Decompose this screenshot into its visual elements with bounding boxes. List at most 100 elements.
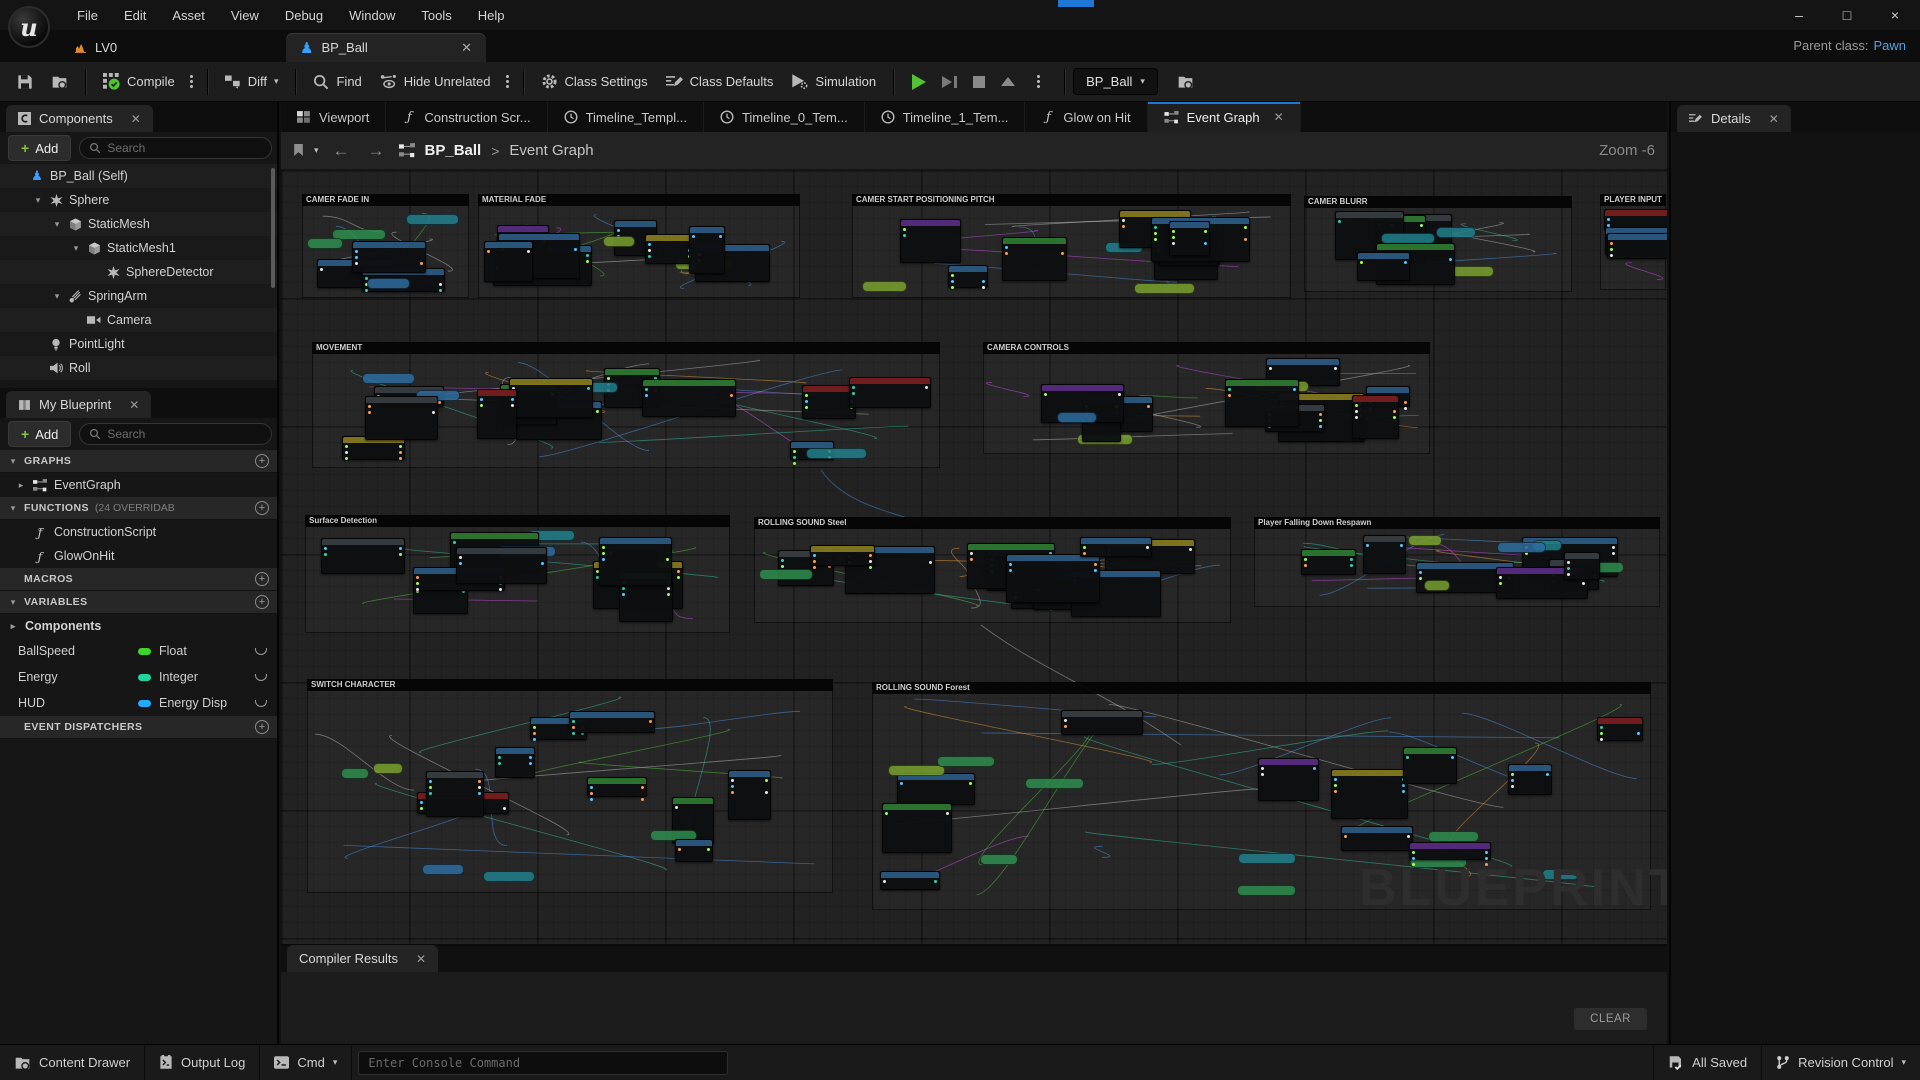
revision-control-button[interactable]: Revision Control ▾ (1761, 1045, 1920, 1080)
parent-class-link[interactable]: Pawn (1873, 38, 1906, 53)
bookmark-dropdown-icon[interactable]: ▾ (314, 145, 319, 156)
blueprint-node[interactable] (689, 226, 725, 274)
breadcrumb-graph[interactable]: Event Graph (509, 142, 593, 159)
close-my-blueprint-panel-icon[interactable]: ✕ (129, 398, 139, 412)
blueprint-node[interactable] (1403, 747, 1456, 784)
variable-hud[interactable]: HUDEnergy Disp (0, 690, 277, 716)
content-drawer-button[interactable]: Content Drawer (0, 1045, 145, 1080)
variable-pill-node[interactable] (806, 448, 868, 459)
blueprint-node[interactable] (880, 871, 940, 890)
blueprint-node[interactable] (587, 777, 646, 796)
blueprint-node[interactable] (900, 219, 961, 263)
comment-title[interactable]: CAMERA CONTROLS (983, 342, 1430, 354)
component-roll[interactable]: Roll (0, 356, 277, 380)
expander-arrow-icon[interactable]: ▾ (33, 195, 43, 206)
play-options-kebab-icon[interactable] (1031, 75, 1046, 88)
nav-forward-icon[interactable]: → (364, 141, 389, 161)
variable-pill-node[interactable] (373, 763, 403, 774)
menu-help[interactable]: Help (465, 8, 518, 23)
variable-pill-node[interactable] (759, 569, 813, 580)
component-sphere[interactable]: ▾Sphere (0, 188, 277, 212)
add-section-item-icon[interactable]: + (255, 454, 269, 468)
graph-tab-timeline-0-tem[interactable]: Timeline_0_Tem... (704, 102, 865, 132)
blueprint-node[interactable] (1225, 379, 1300, 427)
variable-pill-node[interactable] (341, 768, 369, 779)
component-staticmesh[interactable]: ▾StaticMesh (0, 212, 277, 236)
blueprint-node[interactable] (1080, 537, 1152, 557)
blueprint-node[interactable] (1258, 758, 1319, 801)
bookmark-icon[interactable] (293, 144, 304, 157)
blueprint-node[interactable] (728, 770, 771, 819)
blueprint-node[interactable] (321, 538, 405, 575)
blueprint-node[interactable] (569, 711, 655, 733)
nav-back-icon[interactable]: ← (329, 141, 354, 161)
variable-pill-node[interactable] (1134, 283, 1194, 294)
all-saved-button[interactable]: All Saved (1653, 1045, 1761, 1080)
expander-arrow-icon[interactable]: ▾ (71, 243, 81, 254)
variable-visibility-icon[interactable] (255, 700, 267, 707)
maximize-button[interactable]: □ (1836, 7, 1858, 23)
add-section-item-icon[interactable]: + (255, 572, 269, 586)
blueprint-node[interactable] (948, 265, 988, 288)
details-panel-tab[interactable]: Details ✕ (1677, 105, 1791, 132)
comment-title[interactable]: MATERIAL FADE (478, 194, 800, 206)
blueprint-node[interactable] (1301, 549, 1357, 575)
expander-arrow-icon[interactable]: ▾ (52, 291, 62, 302)
compile-button[interactable]: Compile (94, 67, 184, 97)
blueprint-node[interactable] (1363, 535, 1406, 575)
variable-pill-node[interactable] (307, 238, 342, 249)
blueprint-node[interactable] (849, 377, 931, 408)
menu-edit[interactable]: Edit (111, 8, 159, 23)
blueprint-node[interactable] (1006, 554, 1101, 604)
section-macros[interactable]: MACROS+ (0, 568, 277, 591)
blueprint-node[interactable] (645, 234, 694, 264)
blueprint-node[interactable] (897, 773, 976, 805)
my-blueprint-search[interactable] (79, 423, 272, 445)
tab-asset-bpball[interactable]: ♟ BP_Ball ✕ (286, 33, 486, 62)
menu-tools[interactable]: Tools (408, 8, 464, 23)
component-bp-ball-self-[interactable]: ♟BP_Ball (Self) (0, 164, 277, 188)
variable-visibility-icon[interactable] (255, 674, 267, 681)
blueprint-node[interactable] (599, 537, 672, 585)
variable-pill-node[interactable] (1025, 778, 1084, 789)
eject-button[interactable] (1001, 77, 1015, 86)
blueprint-node[interactable] (1508, 764, 1552, 795)
blueprint-item-glowonhit[interactable]: ƒGlowOnHit (0, 544, 277, 568)
my-blueprint-search-input[interactable] (107, 427, 262, 441)
blueprint-node[interactable] (1564, 552, 1600, 580)
diff-button[interactable]: Diff ▾ (216, 67, 288, 97)
variable-pill-node[interactable] (888, 765, 945, 776)
comment-title[interactable]: CAMER START POSITIONING PITCH (852, 194, 1291, 206)
debug-object-dropdown[interactable]: BP_Ball ▾ (1073, 68, 1158, 95)
blueprint-node[interactable] (1357, 252, 1410, 281)
console-command-input[interactable] (358, 1051, 728, 1075)
comment-title[interactable]: Player Falling Down Respawn (1254, 517, 1660, 529)
components-search-input[interactable] (107, 141, 262, 155)
expander-arrow-icon[interactable]: ▾ (52, 219, 62, 230)
components-search[interactable] (79, 137, 272, 159)
add-section-item-icon[interactable]: + (255, 595, 269, 609)
menu-view[interactable]: View (218, 8, 272, 23)
component-spheredetector[interactable]: SphereDetector (0, 260, 277, 284)
graph-tab-timeline-templ[interactable]: Timeline_Templ... (548, 102, 704, 132)
browse-to-asset-button[interactable] (42, 67, 77, 97)
play-button[interactable] (912, 74, 926, 90)
blueprint-node[interactable] (1597, 717, 1643, 741)
class-settings-button[interactable]: Class Settings (532, 67, 657, 97)
class-defaults-button[interactable]: Class Defaults (657, 67, 783, 97)
comment-title[interactable]: ROLLING SOUND Steel (754, 517, 1231, 529)
variable-pill-node[interactable] (1436, 227, 1476, 238)
unreal-logo-icon[interactable]: u (8, 6, 50, 48)
comment-title[interactable]: CAMER BLURR (1304, 196, 1572, 208)
compile-options-kebab-icon[interactable] (184, 75, 199, 88)
section-variables[interactable]: ▾VARIABLES+ (0, 591, 277, 614)
graph-tab-construction-scr[interactable]: ƒConstruction Scr... (386, 102, 547, 132)
blueprint-node[interactable] (484, 241, 533, 282)
cmd-dropdown[interactable]: Cmd ▾ (260, 1045, 352, 1080)
blueprint-node[interactable] (456, 547, 547, 584)
blueprint-node[interactable] (1352, 395, 1399, 439)
graph-tab-event-graph[interactable]: Event Graph✕ (1148, 102, 1301, 132)
close-components-panel-icon[interactable]: ✕ (131, 112, 141, 126)
variable-pill-node[interactable] (362, 373, 415, 384)
variable-pill-node[interactable] (1408, 535, 1442, 546)
